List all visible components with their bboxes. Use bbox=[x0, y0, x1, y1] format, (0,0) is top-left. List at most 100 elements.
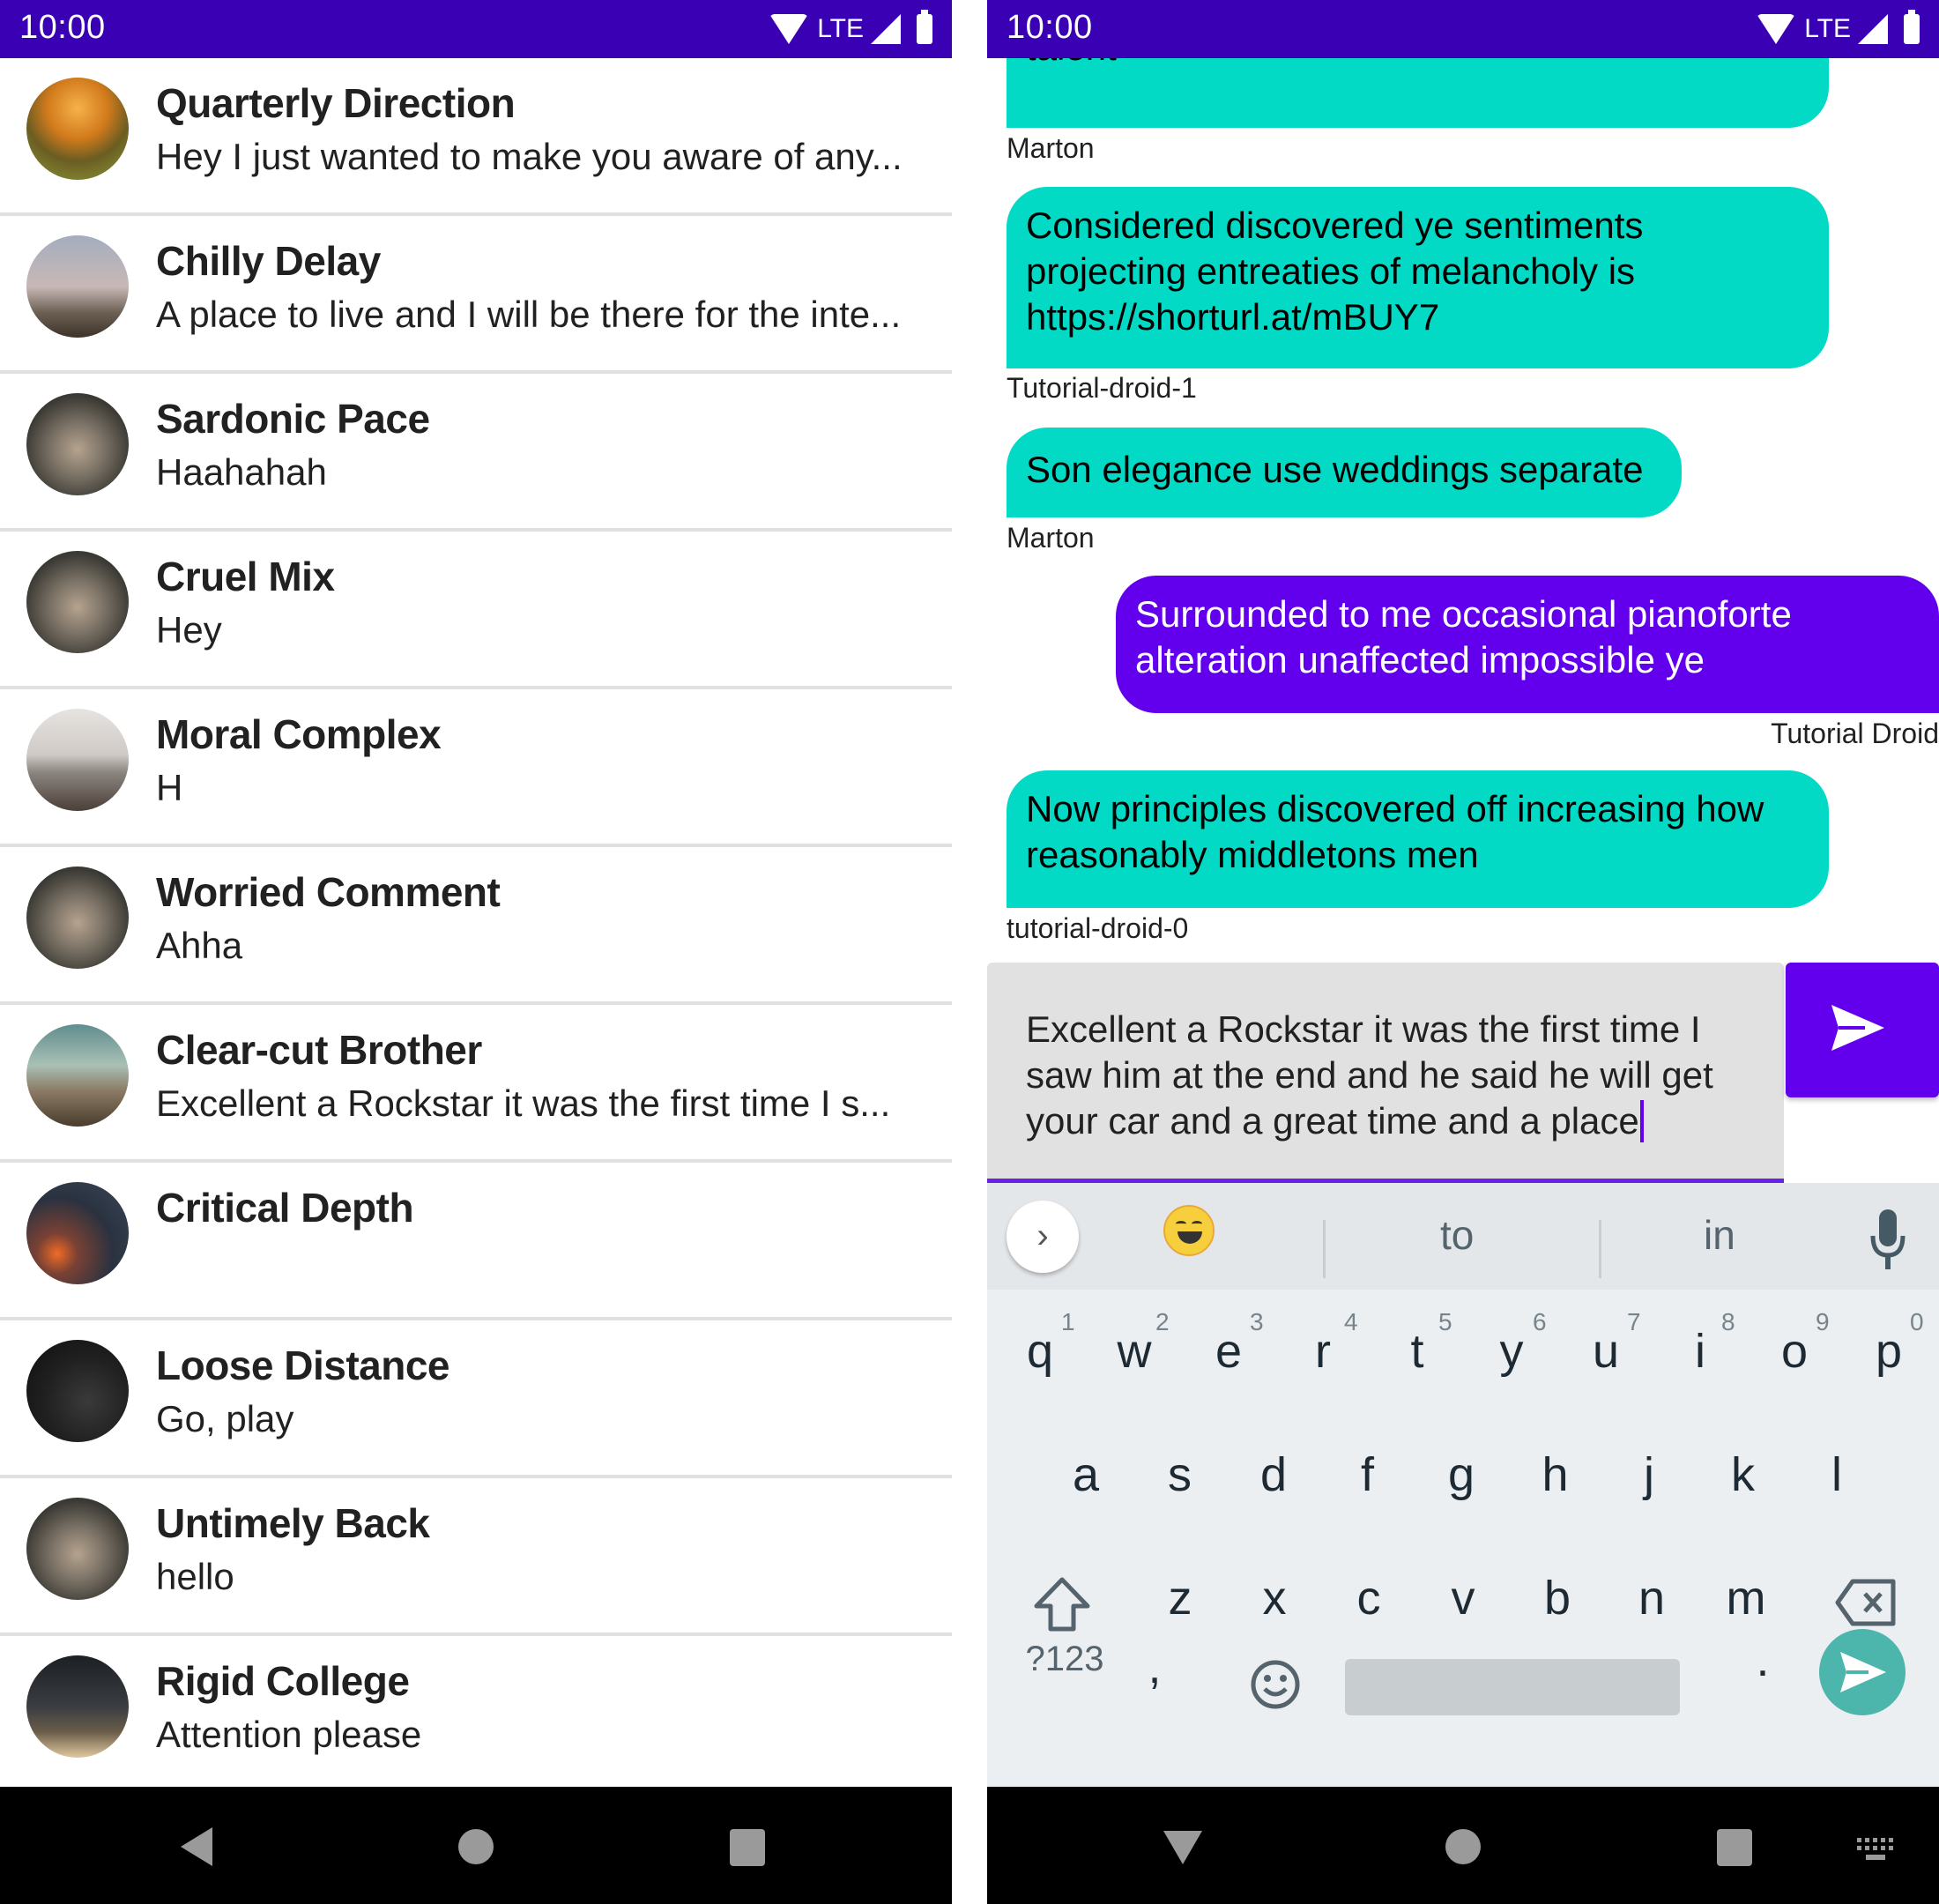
signal-icon bbox=[1858, 14, 1888, 44]
avatar bbox=[26, 1024, 129, 1127]
status-time: 10:00 bbox=[19, 9, 106, 46]
conversation-preview: hello bbox=[156, 1556, 234, 1597]
key-hint-7: 7 bbox=[1627, 1308, 1641, 1335]
shift-icon[interactable] bbox=[1033, 1576, 1091, 1633]
conversation-preview: Hey bbox=[156, 609, 222, 651]
message-input-value[interactable]: Excellent a Rockstar it was the first ti… bbox=[1026, 1008, 1713, 1142]
avatar bbox=[26, 1182, 129, 1284]
back-icon[interactable] bbox=[181, 1827, 212, 1866]
key-hint-6: 6 bbox=[1533, 1308, 1547, 1335]
enter-send-key[interactable] bbox=[1819, 1629, 1906, 1715]
conversation-item[interactable]: Cruel Mix Hey bbox=[0, 532, 952, 689]
divider bbox=[1323, 1220, 1326, 1278]
message-list[interactable]: talentMartonConsidered discovered ye sen… bbox=[987, 0, 1939, 963]
key-l[interactable]: l bbox=[1793, 1447, 1881, 1502]
soft-keyboard: › to in ?123 , . q1w2e3r4t5y6u7i8o9p0asd… bbox=[987, 1183, 1939, 1787]
status-bar: 10:00 LTE bbox=[0, 0, 952, 58]
key-hint-2: 2 bbox=[1155, 1308, 1170, 1335]
backspace-icon[interactable] bbox=[1835, 1578, 1897, 1627]
key-a[interactable]: a bbox=[1042, 1447, 1130, 1502]
key-g[interactable]: g bbox=[1417, 1447, 1505, 1502]
conversation-name: Critical Depth bbox=[156, 1185, 414, 1231]
key-j[interactable]: j bbox=[1605, 1447, 1693, 1502]
suggestion-strip: › to in bbox=[987, 1183, 1939, 1290]
message-bubble[interactable]: Now principles discovered off increasing… bbox=[1007, 770, 1829, 908]
key-hint-1: 1 bbox=[1061, 1308, 1075, 1335]
message-sender: Tutorial Droid bbox=[1771, 718, 1939, 749]
key-f[interactable]: f bbox=[1324, 1447, 1412, 1502]
divider bbox=[1599, 1220, 1601, 1278]
message-text: Surrounded to me occasional pianoforte a… bbox=[1135, 593, 1792, 681]
message-input[interactable]: Excellent a Rockstar it was the first ti… bbox=[987, 963, 1784, 1183]
conversation-preview: Attention please bbox=[156, 1714, 422, 1755]
key-c[interactable]: c bbox=[1325, 1571, 1413, 1625]
message-bubble[interactable]: Son elegance use weddings separate bbox=[1007, 428, 1682, 517]
avatar bbox=[26, 1340, 129, 1442]
conversation-preview: Hey I just wanted to make you aware of a… bbox=[156, 136, 903, 177]
recents-icon[interactable] bbox=[1717, 1829, 1752, 1866]
key-n[interactable]: n bbox=[1608, 1571, 1696, 1625]
conversation-item[interactable]: Untimely Back hello bbox=[0, 1478, 952, 1636]
battery-icon bbox=[1904, 10, 1920, 44]
home-icon[interactable] bbox=[1445, 1829, 1481, 1864]
conversation-item[interactable]: Moral Complex H bbox=[0, 689, 952, 847]
suggestion-to[interactable]: to bbox=[1440, 1211, 1474, 1259]
conversation-item[interactable]: Rigid College Attention please bbox=[0, 1636, 952, 1794]
suggestion-in[interactable]: in bbox=[1704, 1211, 1735, 1259]
microphone-icon[interactable] bbox=[1870, 1209, 1906, 1271]
key-x[interactable]: x bbox=[1230, 1571, 1319, 1625]
key-h[interactable]: h bbox=[1512, 1447, 1600, 1502]
conversation-item[interactable]: Chilly Delay A place to live and I will b… bbox=[0, 216, 952, 374]
conversation-item[interactable]: Quarterly Direction Hey I just wanted to … bbox=[0, 58, 952, 216]
conversation-item[interactable]: Sardonic Pace Haahahah bbox=[0, 374, 952, 532]
chevron-right-icon: › bbox=[1036, 1216, 1049, 1255]
emoji-key-icon[interactable] bbox=[1250, 1659, 1301, 1710]
avatar bbox=[26, 866, 129, 969]
text-cursor bbox=[1639, 1100, 1644, 1142]
key-hint-5: 5 bbox=[1438, 1308, 1452, 1335]
network-type: LTE bbox=[817, 14, 864, 43]
key-z[interactable]: z bbox=[1136, 1571, 1224, 1625]
key-hint-3: 3 bbox=[1250, 1308, 1264, 1335]
key-hint-4: 4 bbox=[1344, 1308, 1358, 1335]
send-icon bbox=[1840, 1652, 1886, 1692]
conversation-name: Chilly Delay bbox=[156, 238, 381, 284]
space-key[interactable] bbox=[1345, 1659, 1680, 1715]
key-v[interactable]: v bbox=[1419, 1571, 1507, 1625]
key-hint-0: 0 bbox=[1910, 1308, 1924, 1335]
conversation-item[interactable]: Worried Comment Ahha bbox=[0, 847, 952, 1005]
recents-icon[interactable] bbox=[730, 1829, 765, 1866]
avatar bbox=[26, 709, 129, 811]
key-s[interactable]: s bbox=[1136, 1447, 1224, 1502]
conversation-preview: Excellent a Rockstar it was the first ti… bbox=[156, 1082, 891, 1124]
send-button[interactable] bbox=[1786, 963, 1939, 1097]
key-k[interactable]: k bbox=[1699, 1447, 1787, 1502]
key-m[interactable]: m bbox=[1702, 1571, 1790, 1625]
message-bubble[interactable]: Considered discovered ye sentiments proj… bbox=[1007, 187, 1829, 368]
conversation-name: Quarterly Direction bbox=[156, 80, 516, 126]
conversation-item[interactable]: Loose Distance Go, play bbox=[0, 1320, 952, 1478]
conversation-name: Rigid College bbox=[156, 1658, 410, 1704]
wifi-icon bbox=[1757, 14, 1796, 44]
keyboard-switch-icon[interactable] bbox=[1857, 1838, 1894, 1861]
comma-key[interactable]: , bbox=[1111, 1640, 1199, 1694]
period-key[interactable]: . bbox=[1719, 1633, 1807, 1687]
message-sender: tutorial-droid-0 bbox=[1007, 912, 1189, 944]
key-d[interactable]: d bbox=[1230, 1447, 1318, 1502]
home-icon[interactable] bbox=[458, 1829, 494, 1864]
conversation-preview: Go, play bbox=[156, 1398, 294, 1439]
chat-screen: talentMartonConsidered discovered ye sen… bbox=[987, 0, 1939, 1904]
message-text: Considered discovered ye sentiments proj… bbox=[1026, 205, 1644, 338]
hide-keyboard-icon[interactable] bbox=[1163, 1831, 1202, 1864]
conversation-preview: Ahha bbox=[156, 925, 243, 966]
avatar bbox=[26, 1498, 129, 1600]
emoji-suggestion[interactable] bbox=[1163, 1205, 1215, 1256]
expand-toolbar-button[interactable]: › bbox=[1007, 1201, 1079, 1273]
conversation-item[interactable]: Clear-cut Brother Excellent a Rockstar it… bbox=[0, 1005, 952, 1163]
conversation-item[interactable]: Critical Depth bbox=[0, 1163, 952, 1320]
key-b[interactable]: b bbox=[1513, 1571, 1601, 1625]
symbols-key[interactable]: ?123 bbox=[1021, 1640, 1109, 1679]
conversation-preview: A place to live and I will be there for … bbox=[156, 294, 902, 335]
message-bubble[interactable]: Surrounded to me occasional pianoforte a… bbox=[1116, 576, 1939, 713]
battery-icon bbox=[917, 10, 932, 44]
